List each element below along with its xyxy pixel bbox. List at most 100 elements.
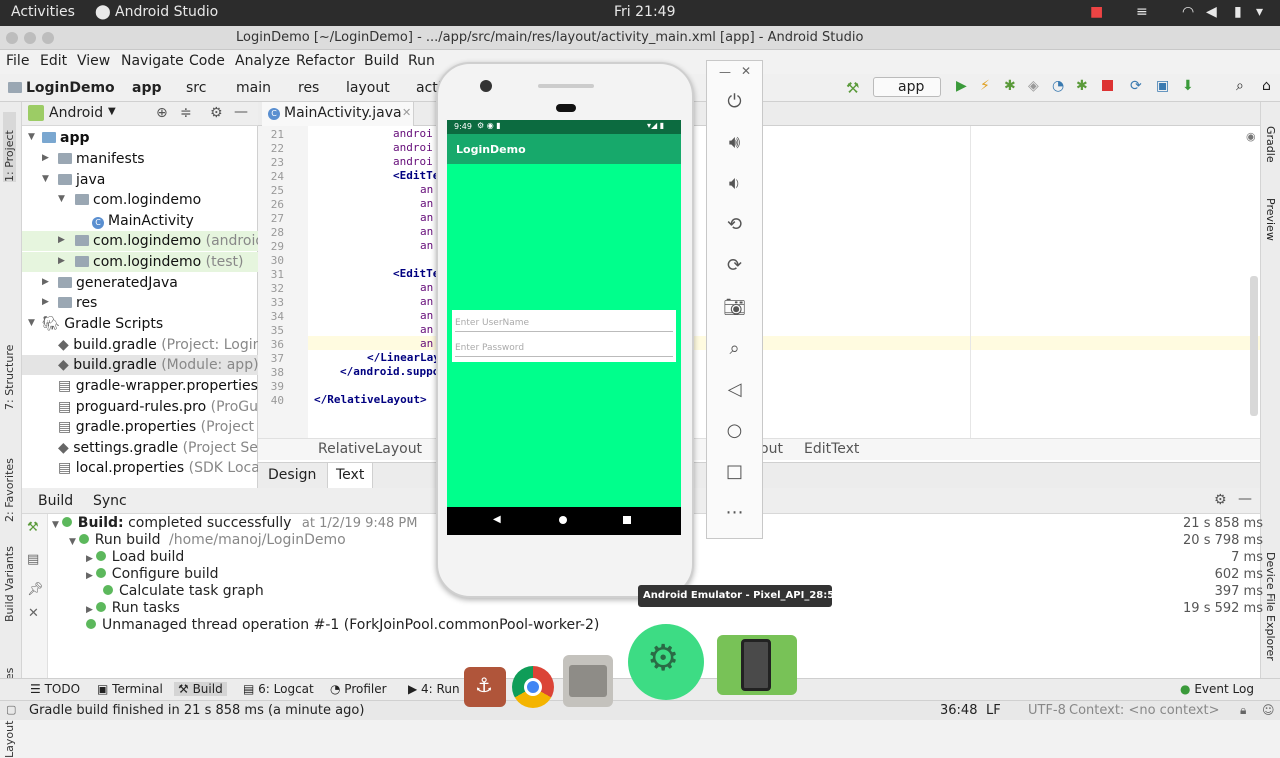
file-encoding[interactable]: UTF-8 [1028,703,1066,718]
pin-icon[interactable]: 📌︎ [27,582,44,597]
more-options-icon[interactable]: ⋯ [707,502,762,523]
tree-item-gradle-wrapper[interactable]: ▤ gradle-wrapper.properties (( [22,376,273,396]
chevron-down-icon[interactable]: ▼ [108,106,116,117]
tree-item-mainactivity[interactable]: C MainActivity [22,211,258,231]
tree-item-build-gradle-module[interactable]: ◆ build.gradle (Module: app) [22,355,259,375]
crumb-src[interactable]: src [186,80,206,96]
run-icon[interactable]: ▶ [956,78,967,94]
build-row-task-graph[interactable]: Calculate task graph [103,583,264,599]
crumb-app[interactable]: app [132,80,162,96]
menu-code[interactable]: Code [189,53,225,69]
hide-panel-icon[interactable]: — [1238,491,1252,507]
make-project-icon[interactable]: ⚒ [846,79,859,97]
xml-crumb-edittext[interactable]: EditText [804,441,859,457]
editor-tab-mainactivity[interactable]: C MainActivity.java ✕ [262,102,414,126]
stop-icon[interactable] [1102,80,1113,91]
gear-icon[interactable]: ⚙ [1214,492,1227,508]
menu-run[interactable]: Run [408,53,435,69]
design-tab[interactable]: Design [268,467,316,483]
menu-analyze[interactable]: Analyze [235,53,290,69]
text-tab[interactable]: Text [327,463,374,489]
profile-icon[interactable]: ◔ [1052,78,1064,94]
menu-file[interactable]: File [6,53,29,69]
xml-crumb-linearlayout[interactable]: out [760,441,783,457]
wifi-icon[interactable]: ◠ [1182,4,1194,20]
menu-navigate[interactable]: Navigate [121,53,184,69]
event-log-tab[interactable]: ● Event Log [1180,682,1254,696]
eye-icon[interactable]: ◉ [1246,130,1256,143]
menu-edit[interactable]: Edit [40,53,67,69]
menu-refactor[interactable]: Refactor [296,53,355,69]
build-row-unmanaged-thread[interactable]: Unmanaged thread operation #-1 (ForkJoin… [86,617,599,633]
toggle-view-icon[interactable]: ▤ [27,552,39,567]
volume-down-icon[interactable]: 🔉︎ [707,173,762,194]
project-tool-tab[interactable]: 1: Project [3,112,16,182]
build-row-run-tasks[interactable]: ▶ Run tasks [86,600,180,616]
logcat-tab[interactable]: ▤ 6: Logcat [243,682,314,696]
inspector-icon[interactable]: ☺ [1262,703,1275,717]
power-icon[interactable]: ⏻ [707,91,762,112]
sdk-manager-icon[interactable]: ⬇ [1182,78,1194,94]
password-input[interactable]: Enter Password [455,343,673,357]
username-input[interactable]: Enter UserName [455,318,673,332]
screenshot-icon[interactable]: 📷︎ [707,297,762,318]
back-nav-icon[interactable]: ◀ [493,514,501,525]
profiler-tab[interactable]: ◔ Profiler [330,682,387,696]
tree-item-proguard[interactable]: ▤ proguard-rules.pro (ProGua [22,397,267,417]
android-studio-dock-icon[interactable]: ⚙ [628,624,704,700]
tree-item-res[interactable]: ▶ res [22,293,258,313]
ide-features-icon[interactable]: ⌂ [1262,78,1271,94]
device-file-explorer-tab[interactable]: Device File Explorer [1264,552,1277,661]
lock-icon[interactable]: 🔒︎ [1240,703,1246,718]
notes-icon[interactable]: ≡ [1136,4,1148,20]
coverage-icon[interactable]: ✱ [1076,78,1088,94]
editor-scrollbar[interactable] [1250,276,1258,416]
close-icon[interactable]: ✕ [402,106,411,119]
build-row-load-build[interactable]: ▶ Load build [86,549,184,565]
minimize-window-icon[interactable] [24,32,36,44]
menu-build[interactable]: Build [364,53,399,69]
xml-crumb-relativelayout[interactable]: RelativeLayout [318,441,422,457]
todo-tab[interactable]: ☰ TODO [30,682,80,696]
sync-tab[interactable]: Sync [93,493,127,509]
terminal-tab[interactable]: ▣ Terminal [97,682,163,696]
status-message[interactable]: Gradle build finished in 21 s 858 ms (a … [29,703,364,718]
debug-icon[interactable]: ✱ [1004,78,1016,94]
tree-item-gradle-properties[interactable]: ▤ gradle.properties (Project Pr [22,417,272,437]
close-window-icon[interactable] [6,32,18,44]
run-tab[interactable]: ▶ 4: Run [408,682,460,696]
emulator-dock-icon[interactable] [717,635,797,695]
structure-tool-tab[interactable]: 7: Structure [3,340,16,410]
maximize-window-icon[interactable] [42,32,54,44]
caret-position[interactable]: 36:48 [940,703,977,718]
system-menu-icon[interactable]: ▾ [1256,4,1263,20]
apply-changes-icon[interactable]: ⚡ [980,78,990,94]
locate-icon[interactable]: ⊕ [156,105,168,121]
record-icon[interactable]: ■ [1090,4,1103,20]
build-row-run-build[interactable]: ▼ Run build /home/manoj/LoginDemo [69,532,346,548]
tree-item-build-gradle-project[interactable]: ◆ build.gradle (Project: LoginD [22,335,272,355]
activities-button[interactable]: Activities [11,4,75,20]
sync-gradle-icon[interactable]: ⟳ [1130,78,1142,94]
gradle-tool-tab[interactable]: Gradle [1264,126,1277,163]
build-row-configure[interactable]: ▶ Configure build [86,566,219,582]
project-view-select[interactable]: Android [49,105,103,121]
tree-item-java[interactable]: ▼ java [22,170,258,190]
crumb-layout[interactable]: layout [346,80,390,96]
tree-item-settings-gradle[interactable]: ◆ settings.gradle (Project Sett [22,438,269,458]
close-emulator-icon[interactable]: ✕ [741,64,751,78]
tree-item-package[interactable]: ▼ com.logindemo [22,190,258,210]
recents-nav-icon[interactable] [623,516,631,524]
menu-view[interactable]: View [77,53,110,69]
anchor-app-icon[interactable]: ⚓ [464,667,506,707]
collapse-all-icon[interactable]: ≑ [180,105,192,121]
volume-up-icon[interactable]: 🔊︎ [707,132,762,153]
volume-icon[interactable]: ◀ [1206,4,1217,20]
crumb-main[interactable]: main [236,80,271,96]
build-row-root[interactable]: ▼ Build: completed successfully at 1/2/1… [52,515,417,531]
avd-manager-icon[interactable]: ▣ [1156,78,1169,94]
build-bottom-tab[interactable]: ⚒ Build [174,682,227,696]
battery-icon[interactable]: ▮ [1234,4,1242,20]
favorites-tool-tab[interactable]: 2: Favorites [3,442,16,522]
tree-item-package-test[interactable]: ▶ com.logindemo (test) [22,252,258,272]
